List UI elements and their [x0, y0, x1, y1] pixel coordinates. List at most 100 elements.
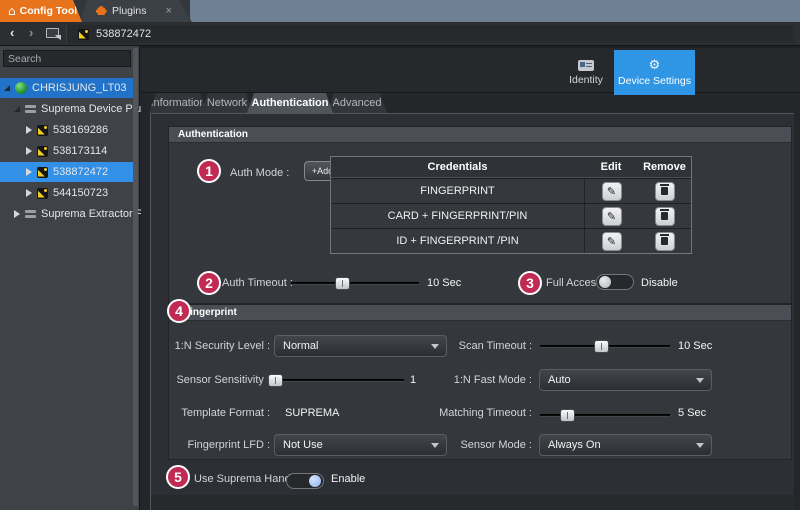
fingerprint-lfd-dropdown[interactable]: Not Use — [274, 434, 447, 456]
tab-authentication[interactable]: Authentication — [247, 93, 333, 113]
tab-plugins-label: Plugins — [112, 5, 146, 17]
device-icon — [37, 146, 48, 157]
device-settings-button-label: Device Settings — [618, 75, 691, 87]
tab-network[interactable]: Network — [201, 93, 253, 113]
matching-timeout-value: 5 Sec — [678, 405, 706, 421]
search-input[interactable] — [4, 53, 143, 65]
tab-information[interactable]: Information — [149, 93, 207, 113]
remove-button[interactable] — [655, 207, 675, 226]
slider-track — [291, 282, 419, 285]
sidebar-scrollbar[interactable] — [133, 48, 138, 506]
tree-item-device-plugin[interactable]: Suprema Device Plugin — [0, 99, 133, 119]
annotation-circle-1: 1 — [197, 159, 221, 183]
tree-item-label: Suprema Device Plugin — [41, 103, 156, 115]
tree-item-device-538173114[interactable]: 538173114 — [0, 141, 133, 161]
remove-button[interactable] — [655, 232, 675, 251]
slider-thumb[interactable] — [335, 277, 350, 290]
trash-icon — [661, 212, 668, 220]
chevron-down-icon — [696, 443, 704, 448]
expander-closed-icon[interactable] — [14, 210, 20, 218]
expander-closed-icon[interactable] — [26, 189, 32, 197]
toggle-knob — [309, 475, 321, 487]
authentication-section: Authentication 1 Auth Mode : +Add Creden… — [168, 126, 792, 304]
expander-closed-icon[interactable] — [26, 168, 32, 176]
matching-timeout-slider[interactable] — [540, 409, 670, 422]
fingerprint-section-body: 1:N Security Level : Normal Scan Timeout… — [169, 321, 791, 458]
table-row: ID + FINGERPRINT /PIN ✎ — [331, 228, 691, 253]
full-access-toggle[interactable] — [596, 274, 634, 290]
security-level-label: 1:N Security Level : — [169, 338, 270, 354]
identity-button[interactable]: Identity — [561, 52, 611, 93]
fast-mode-value: Auto — [548, 374, 571, 386]
pencil-icon: ✎ — [607, 236, 616, 247]
panel-bottom-strip — [151, 495, 794, 510]
edit-button[interactable]: ✎ — [602, 207, 622, 226]
tab-network-label: Network — [207, 97, 247, 109]
slider-thumb[interactable] — [560, 409, 575, 422]
open-window-icon[interactable] — [46, 28, 59, 38]
sidebar: CHRISJUNG_LT03 Suprema Device Plugin 538… — [0, 46, 140, 510]
tab-config-tool[interactable]: ⌂ Config Tool — [0, 0, 82, 22]
fast-mode-dropdown[interactable]: Auto — [539, 369, 712, 391]
col-credentials: Credentials — [331, 161, 584, 173]
tree-item-label: CHRISJUNG_LT03 — [32, 82, 127, 94]
security-level-value: Normal — [283, 340, 318, 352]
tab-advanced[interactable]: Advanced — [327, 93, 387, 113]
auth-timeout-value: 10 Sec — [427, 275, 461, 291]
forward-icon[interactable]: › — [29, 25, 33, 40]
chevron-down-icon — [696, 378, 704, 383]
remove-button[interactable] — [655, 182, 675, 201]
expander-closed-icon[interactable] — [26, 126, 32, 134]
edit-button[interactable]: ✎ — [602, 232, 622, 251]
device-icon — [78, 29, 89, 40]
slider-thumb[interactable] — [594, 340, 609, 353]
tree-item-label: 538169286 — [53, 124, 108, 136]
scan-timeout-value: 10 Sec — [678, 338, 712, 354]
template-format-label: Template Format : — [169, 405, 270, 421]
edit-button[interactable]: ✎ — [602, 182, 622, 201]
back-icon[interactable]: ‹ — [10, 25, 14, 40]
auth-timeout-slider[interactable] — [291, 277, 419, 290]
annotation-circle-3: 3 — [518, 271, 542, 295]
sensor-mode-value: Always On — [548, 439, 601, 451]
sensor-mode-dropdown[interactable]: Always On — [539, 434, 712, 456]
credential-value: FINGERPRINT — [331, 185, 584, 197]
scan-timeout-slider[interactable] — [540, 340, 670, 353]
tab-information-label: Information — [150, 97, 205, 109]
tree-item-label: 544150723 — [53, 187, 108, 199]
template-format-value: SUPREMA — [285, 405, 339, 421]
use-suprema-handler-state: Enable — [331, 471, 365, 487]
expander-open-icon[interactable] — [14, 106, 20, 112]
use-suprema-handler-toggle[interactable] — [286, 473, 324, 489]
full-access-state: Disable — [641, 275, 678, 291]
tab-plugins[interactable]: Plugins × — [80, 0, 192, 22]
device-icon — [37, 125, 48, 136]
tree-item-label: 538173114 — [53, 145, 107, 157]
plugin-icon — [25, 210, 36, 218]
tree-item-device-544150723[interactable]: 544150723 — [0, 183, 133, 203]
tree-item-device-538169286[interactable]: 538169286 — [0, 120, 133, 140]
authentication-section-header: Authentication — [169, 127, 791, 143]
slider-thumb[interactable] — [268, 374, 283, 387]
credential-value: ID + FINGERPRINT /PIN — [331, 235, 584, 247]
expander-open-icon[interactable] — [4, 85, 10, 91]
tree-item-extractor-plugin[interactable]: Suprema Extractor Plugin — [0, 204, 133, 224]
tree-item-host[interactable]: CHRISJUNG_LT03 — [0, 78, 133, 98]
security-level-dropdown[interactable]: Normal — [274, 335, 447, 357]
tree-item-label: 538872472 — [53, 166, 108, 178]
expander-closed-icon[interactable] — [26, 147, 32, 155]
puzzle-icon — [95, 5, 107, 17]
tab-config-tool-label: Config Tool — [20, 5, 78, 17]
credential-value: CARD + FINGERPRINT/PIN — [331, 210, 584, 222]
content-area: Identity ⚙ Device Settings Information N… — [141, 46, 800, 510]
home-icon: ⌂ — [8, 5, 16, 17]
titlebar-empty-area — [190, 0, 800, 22]
close-icon[interactable]: × — [165, 6, 171, 17]
annotation-circle-5: 5 — [166, 465, 190, 489]
breadcrumb[interactable]: 538872472 — [66, 25, 794, 43]
tree-item-device-538872472-selected[interactable]: 538872472 — [0, 162, 133, 182]
device-settings-button[interactable]: ⚙ Device Settings — [614, 50, 695, 95]
computer-icon — [15, 82, 27, 94]
fingerprint-lfd-label: Fingerprint LFD : — [169, 437, 270, 453]
sensor-sensitivity-slider[interactable] — [268, 374, 404, 387]
